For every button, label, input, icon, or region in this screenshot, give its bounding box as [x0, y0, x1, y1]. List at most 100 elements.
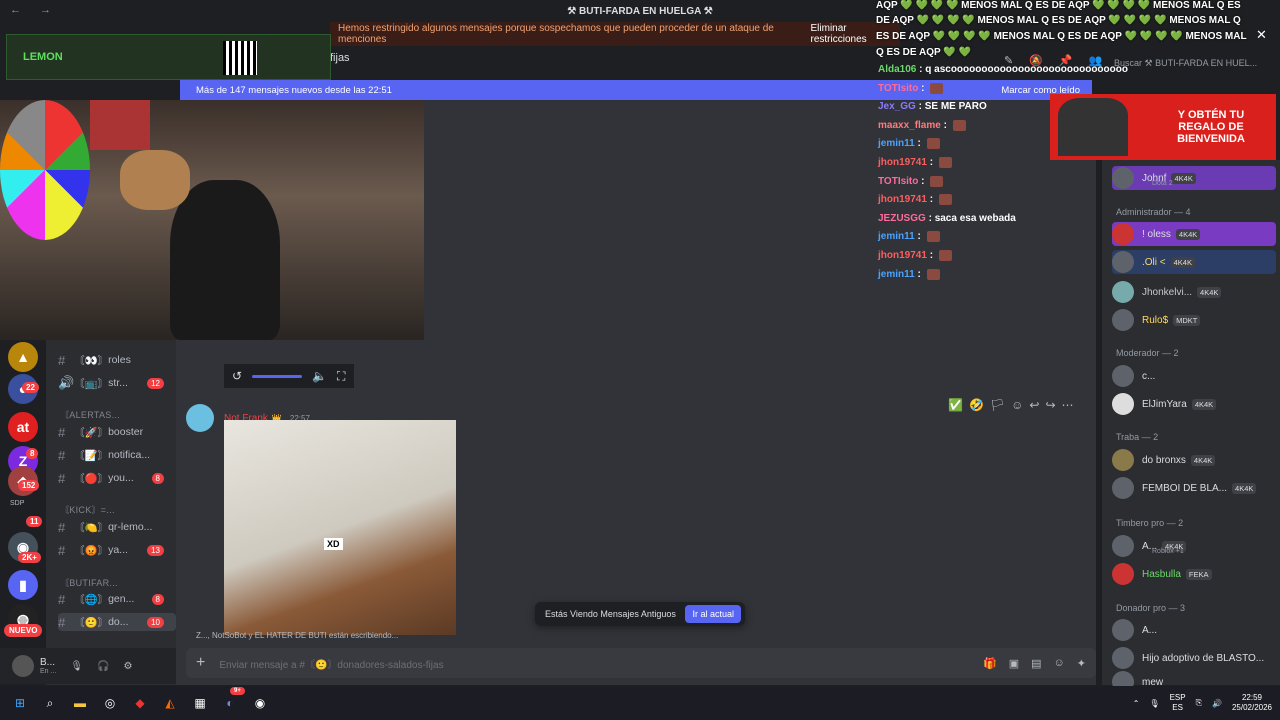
- chat-emote: [926, 231, 940, 243]
- unread-count: 12: [147, 377, 164, 389]
- avatar: [1112, 619, 1134, 641]
- chat-username[interactable]: jhon19741: [878, 194, 927, 205]
- channel-item[interactable]: # 〘📝〙 notifica...: [58, 446, 176, 464]
- check-reaction-icon[interactable]: ✅: [948, 398, 963, 412]
- member-item[interactable]: Rulo$ MDKT: [1112, 308, 1276, 332]
- speaker-icon[interactable]: 🔈: [312, 369, 327, 383]
- channel-item[interactable]: # 〘👀〙 roles: [58, 351, 176, 369]
- plus-icon[interactable]: +: [196, 654, 205, 672]
- channel-item[interactable]: # 〘😡〙 ya... 13: [58, 541, 176, 559]
- chat-username[interactable]: jemin11: [878, 232, 915, 243]
- windows-start-icon[interactable]: ⊞: [10, 693, 30, 713]
- member-item[interactable]: do bronxs 4K4K: [1112, 448, 1276, 472]
- member-item[interactable]: ElJimYara 4K4K: [1112, 392, 1276, 416]
- gear-icon[interactable]: ⚙: [124, 661, 133, 672]
- chat-message: saca esa webada: [934, 212, 1016, 224]
- avatar[interactable]: [12, 655, 34, 677]
- message-composer[interactable]: + Enviar mensaje a #〘🙂〙donadores-salados…: [186, 648, 1096, 678]
- chat-username[interactable]: Jex_GG: [878, 101, 916, 112]
- avatar: [1112, 365, 1134, 387]
- app-icon[interactable]: ▦: [190, 693, 210, 713]
- file-explorer-icon[interactable]: ▬: [70, 693, 90, 713]
- more-icon[interactable]: ⋯: [1062, 398, 1074, 412]
- microphone-icon[interactable]: 🎙: [70, 661, 83, 672]
- close-icon[interactable]: ✕: [1256, 27, 1267, 43]
- volume-slider[interactable]: [252, 374, 303, 378]
- language-code: ESP: [1169, 693, 1186, 703]
- chat-username[interactable]: TOTIsito: [878, 83, 918, 94]
- chat-username[interactable]: Alda106: [878, 64, 916, 75]
- member-item[interactable]: A...: [1112, 618, 1276, 642]
- forward-icon[interactable]: ↪: [1045, 398, 1055, 412]
- discord-icon[interactable]: ◐ 9+: [220, 687, 245, 713]
- chat-username[interactable]: jemin11: [878, 269, 915, 280]
- taskbar: ⊞ ⌕ ▬ ◎ ◆ ◭ ▦ ◐ 9+ ◉ ⌃ 🎙 ESP ES ⎘ 🔊 22:59 2…: [0, 686, 1280, 720]
- message-actions: ✅ 🤣 🏳 ☺ ↩ ↪ ⋯: [944, 396, 1078, 414]
- member-name: FEMBOI DE BLA...: [1142, 482, 1228, 494]
- chat-username[interactable]: JEZUSGG: [878, 213, 926, 224]
- jump-to-present-button[interactable]: Ir al actual: [685, 605, 741, 623]
- microphone-icon[interactable]: 🎙: [1149, 699, 1159, 708]
- member-name: A...: [1142, 624, 1158, 636]
- category-label[interactable]: 〘ALERTAS...: [60, 408, 120, 421]
- folder-icon[interactable]: ▮: [8, 570, 38, 600]
- hash-icon: #: [58, 542, 66, 558]
- member-item[interactable]: FEMBOI DE BLA... 4K4K: [1112, 476, 1276, 500]
- app-icon[interactable]: ◆: [130, 693, 150, 713]
- chat-username[interactable]: jhon19741: [878, 250, 927, 261]
- category-label[interactable]: 〘KICK〙=...: [60, 503, 115, 516]
- channel-label: ya...: [108, 544, 128, 556]
- search-icon[interactable]: ⌕: [40, 693, 60, 713]
- chat-username[interactable]: jhon19741: [878, 157, 927, 168]
- member-item[interactable]: Hasbulla FEKA: [1112, 562, 1276, 586]
- chat-username[interactable]: jemin11: [878, 139, 915, 150]
- chevron-up-icon[interactable]: ⌃: [1133, 699, 1140, 708]
- emoji-icon[interactable]: ☺: [1054, 657, 1065, 670]
- volume-icon[interactable]: 🔊: [1212, 699, 1222, 708]
- message-input[interactable]: Enviar mensaje a #〘🙂〙donadores-salados-f…: [219, 656, 443, 671]
- channel-item[interactable]: # 〘🍋〙 qr-lemo...: [58, 518, 176, 536]
- language-indicator[interactable]: ESP ES: [1170, 693, 1186, 712]
- fullscreen-icon[interactable]: ⛶: [337, 369, 345, 384]
- reply-icon[interactable]: ↩: [1029, 398, 1039, 412]
- member-item[interactable]: Hijo adoptivo de BLASTO...: [1112, 646, 1276, 670]
- channel-item-active[interactable]: # 〘🙂〙 do... 10: [58, 613, 176, 631]
- server-icon[interactable]: ▲: [8, 342, 38, 372]
- gift-icon[interactable]: 🎁: [983, 657, 997, 670]
- apps-icon[interactable]: ✦: [1077, 657, 1086, 670]
- replay-icon[interactable]: ↺: [232, 369, 242, 383]
- channel-item[interactable]: # 〘🚀〙 booster: [58, 423, 176, 441]
- flag-reaction-icon[interactable]: 🏳: [990, 398, 1005, 412]
- stream-chat-overlay: AQP 💚 💚 💚 💚 MENOS MAL Q ES DE AQP 💚 💚 💚 …: [872, 0, 1272, 290]
- avatar[interactable]: [186, 404, 214, 432]
- brave-browser-icon[interactable]: ◭: [160, 693, 180, 713]
- chat-line: Jex_GG : SE ME PARO: [878, 101, 987, 112]
- app-icon[interactable]: ◉: [250, 693, 270, 713]
- chat-separator: :: [914, 138, 924, 150]
- channel-item[interactable]: # 〘🌐〙 gen... 8: [58, 590, 176, 608]
- headphones-icon[interactable]: 🎧: [97, 661, 109, 672]
- sticker-icon[interactable]: ▤: [1031, 657, 1041, 670]
- chat-username[interactable]: maaxx_flame: [878, 120, 941, 131]
- member-item[interactable]: c...: [1112, 364, 1276, 388]
- smile-reaction-icon[interactable]: 🤣: [969, 398, 984, 412]
- chat-separator: :: [918, 175, 928, 187]
- member-item[interactable]: A... 4K4K Roblox +1: [1112, 534, 1276, 558]
- category-label[interactable]: 〘BUTIFAR...: [60, 576, 118, 589]
- member-activity: Roblox +1: [1152, 548, 1184, 555]
- app-icon[interactable]: ◎: [100, 693, 120, 713]
- mention-warning-bar: Hemos restringido algunos mensajes porqu…: [330, 22, 900, 46]
- channel-item[interactable]: 🔊 〘📺〙 str... 12: [58, 374, 176, 392]
- chat-line: jhon19741 :: [878, 157, 952, 168]
- nav-arrows[interactable]: ← →: [10, 4, 59, 16]
- message-image[interactable]: XD: [224, 420, 456, 635]
- chat-line: jemin11 :: [878, 231, 940, 243]
- channel-item[interactable]: # 〘🔴〙 you... 8: [58, 469, 176, 487]
- network-icon[interactable]: ⎘: [1196, 698, 1202, 708]
- member-name: Rulo$: [1142, 314, 1169, 326]
- chat-username[interactable]: TOTIsito: [878, 176, 918, 187]
- server-icon[interactable]: at: [8, 412, 38, 442]
- gif-icon[interactable]: ▣: [1009, 657, 1019, 670]
- add-reaction-icon[interactable]: ☺: [1011, 398, 1023, 412]
- clock[interactable]: 22:59 25/02/2026: [1232, 693, 1272, 712]
